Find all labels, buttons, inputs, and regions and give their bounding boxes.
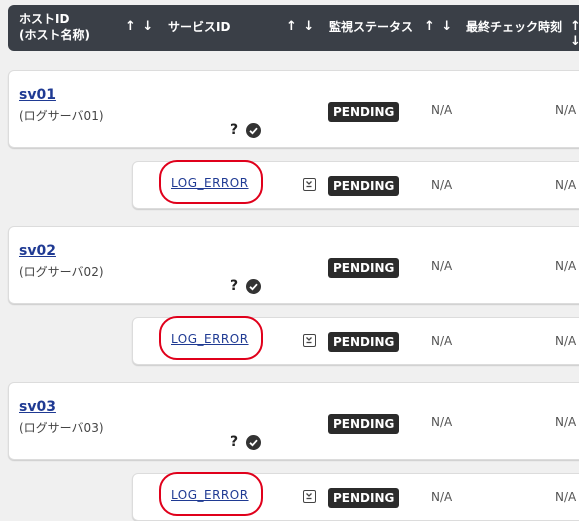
- help-icon[interactable]: ?: [230, 122, 238, 138]
- host-row: sv01 (ログサーバ01) ? PENDING N/A N/A: [8, 70, 579, 148]
- status-badge: PENDING: [328, 332, 400, 352]
- collapse-down-icon[interactable]: [303, 490, 316, 503]
- na-value: N/A: [431, 259, 453, 273]
- na-value: N/A: [431, 334, 453, 348]
- sort-arrows-status[interactable]: ↑ ↓: [424, 19, 453, 34]
- check-circle-icon: [246, 435, 261, 450]
- host-name: (ログサーバ02): [19, 265, 104, 279]
- host-name: (ログサーバ01): [19, 109, 104, 123]
- collapse-down-icon[interactable]: [303, 334, 316, 347]
- column-header-host-id[interactable]: ホストID (ホスト名称): [19, 11, 90, 43]
- help-icon[interactable]: ?: [230, 434, 238, 450]
- column-header-status[interactable]: 監視ステータス: [329, 19, 413, 35]
- check-circle-icon: [246, 123, 261, 138]
- host-name-header-label: (ホスト名称): [19, 28, 90, 42]
- na-value: N/A: [431, 415, 453, 429]
- na-value: N/A: [555, 103, 577, 117]
- host-row: sv03 (ログサーバ03) ? PENDING N/A N/A: [8, 382, 579, 460]
- na-value: N/A: [555, 334, 577, 348]
- na-value: N/A: [555, 178, 577, 192]
- status-badge: PENDING: [328, 102, 400, 122]
- status-badge: PENDING: [328, 258, 400, 278]
- service-row: LOG_ERROR PENDING N/A N/A: [132, 160, 579, 209]
- collapse-down-icon[interactable]: [303, 178, 316, 191]
- host-id-link[interactable]: sv03: [19, 399, 56, 415]
- service-row: LOG_ERROR PENDING N/A N/A: [132, 472, 579, 521]
- service-id-link[interactable]: LOG_ERROR: [171, 488, 249, 502]
- status-badge: PENDING: [328, 488, 400, 508]
- host-row: sv02 (ログサーバ02) ? PENDING N/A N/A: [8, 226, 579, 304]
- na-value: N/A: [431, 490, 453, 504]
- na-value: N/A: [555, 415, 577, 429]
- service-id-link[interactable]: LOG_ERROR: [171, 176, 249, 190]
- sort-arrows-last-check[interactable]: ↑ ↓: [570, 19, 579, 49]
- service-row: LOG_ERROR PENDING N/A N/A: [132, 316, 579, 365]
- host-id-link[interactable]: sv02: [19, 243, 56, 259]
- column-header-service-id[interactable]: サービスID: [168, 19, 230, 35]
- help-icon[interactable]: ?: [230, 278, 238, 294]
- table-header: ホストID (ホスト名称) ↑ ↓ サービスID ↑ ↓ 監視ステータス ↑ ↓…: [8, 5, 579, 51]
- na-value: N/A: [555, 259, 577, 273]
- column-header-last-check[interactable]: 最終チェック時刻: [466, 19, 562, 35]
- status-badge: PENDING: [328, 176, 400, 196]
- na-value: N/A: [431, 103, 453, 117]
- na-value: N/A: [431, 178, 453, 192]
- sort-arrows-host-id[interactable]: ↑ ↓: [125, 19, 154, 34]
- host-id-header-label: ホストID: [19, 12, 70, 26]
- na-value: N/A: [555, 490, 577, 504]
- service-id-link[interactable]: LOG_ERROR: [171, 332, 249, 346]
- check-circle-icon: [246, 279, 261, 294]
- host-name: (ログサーバ03): [19, 421, 104, 435]
- host-id-link[interactable]: sv01: [19, 87, 56, 103]
- status-badge: PENDING: [328, 414, 400, 434]
- sort-arrows-service-id[interactable]: ↑ ↓: [286, 19, 315, 34]
